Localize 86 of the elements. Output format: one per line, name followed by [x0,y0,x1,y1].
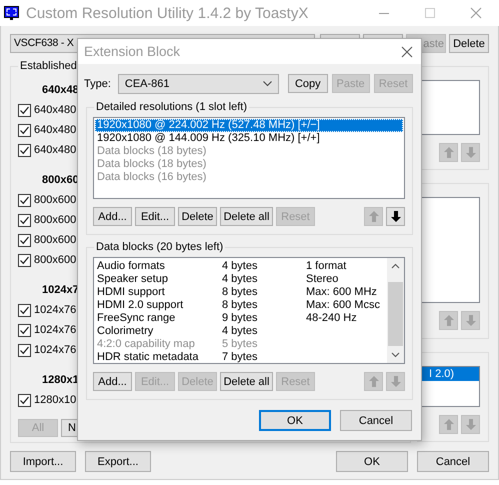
delete-button[interactable]: Delete [178,207,217,226]
block-info: Stereo [306,273,340,286]
block-info: Max: 600 MHz [306,286,378,299]
checkbox-label: 1024x76 [34,344,76,356]
checkbox[interactable] [18,124,31,136]
window-title: Custom Resolution Utility 1.4.2 by ToastyX [26,4,308,22]
down-arrow-icon [466,315,476,326]
block-info: 48-240 Hz [306,312,358,325]
checkbox[interactable] [18,394,31,406]
block-size: 8 bytes [222,299,258,312]
type-label: Type: [84,78,111,90]
block-size: 5 bytes [222,338,258,351]
cancel-button[interactable]: Cancel [417,451,489,472]
up-arrow-icon [368,376,378,387]
checkbox-label: 800x600 [34,254,76,266]
close-icon[interactable] [401,46,413,58]
checkbox[interactable] [18,304,31,316]
down-arrow-icon [390,211,400,222]
block-name: HDR static metadata [97,351,200,364]
checkbox[interactable] [18,214,31,226]
down-arrow-icon [390,376,400,387]
checkbox[interactable] [18,324,31,336]
block-size: 4 bytes [222,260,258,273]
block-name: Colorimetry [97,325,154,338]
block-size: 8 bytes [222,286,258,299]
up-arrow-icon [444,147,454,158]
cancel-button[interactable]: Cancel [340,410,412,431]
down-arrow-icon [466,419,476,430]
block-name: Audio formats [97,260,166,273]
block-size: 9 bytes [222,312,258,325]
delete-all-button[interactable]: Delete all [220,207,273,226]
block-info: Max: 600 Mcsc [306,299,381,312]
edit-button[interactable]: Edit... [135,207,175,226]
checkbox[interactable] [18,344,31,356]
checkbox-label: 640x480 [34,144,76,156]
group-title: Data blocks (20 bytes left) [95,241,224,253]
block-size: 4 bytes [222,325,258,338]
block-info: 1 format [306,260,348,273]
group-title: Established [19,60,78,72]
checkbox-label: 1024x76 [34,324,76,336]
copy-button[interactable]: Copy [288,74,328,93]
import-button[interactable]: Import... [10,451,76,472]
block-size: 7 bytes [222,351,258,364]
checkbox-label: 800x600 [34,214,76,226]
monitor-icon [4,6,19,20]
checkbox-label: 1280x10 [34,394,76,406]
resolution-heading: 1024x7 [42,284,79,296]
checkbox[interactable] [18,144,31,156]
checkbox[interactable] [18,194,31,206]
ok-button[interactable]: OK [259,410,331,431]
add-button[interactable]: Add... [93,207,132,226]
block-name: Speaker setup [97,273,169,286]
move-down-button[interactable] [386,207,405,226]
group-title: Detailed resolutions (1 slot left) [95,101,248,113]
resolution-heading: 800x60 [42,174,79,186]
export-button[interactable]: Export... [85,451,151,472]
checkbox-label: 1024x76 [34,304,76,316]
list-item[interactable]: 1920x1080 @ 224.002 Hz (527.48 MHz) [+/−] [95,119,403,132]
type-dropdown[interactable]: CEA-861 [118,74,280,94]
checkbox[interactable] [18,104,31,116]
dialog-title: Extension Block [84,44,180,59]
checkbox-label: 800x600 [34,234,76,246]
add-button[interactable]: Add... [93,372,132,391]
block-name: 4:2:0 capability map [97,338,196,351]
list-item[interactable]: 1920x1080 @ 144.009 Hz (325.10 MHz) [+/+] [95,132,403,145]
block-name: HDMI 2.0 support [97,299,184,312]
up-arrow-icon [444,419,454,430]
scrollbar[interactable] [387,258,404,363]
block-size: 4 bytes [222,273,258,286]
chevron-down-icon [263,80,272,86]
checkbox-label: 640x480 [34,124,76,136]
delete-all-button[interactable]: Delete all [220,372,273,391]
resolution-heading: 1280x1 [42,374,79,386]
ok-button[interactable]: OK [336,451,408,472]
checkbox-label: 800x600 [34,194,76,206]
list-item[interactable]: I 2.0) [422,367,479,381]
list-box [421,80,480,135]
checkbox[interactable] [18,234,31,246]
down-arrow-icon [466,147,476,158]
block-name: FreeSync range [97,312,176,325]
up-arrow-icon [444,315,454,326]
block-name: HDMI support [97,286,166,299]
up-arrow-icon [368,211,378,222]
checkbox-label: 640x480 [34,104,76,116]
delete-button[interactable]: Delete [449,34,489,53]
checkbox[interactable] [18,254,31,266]
